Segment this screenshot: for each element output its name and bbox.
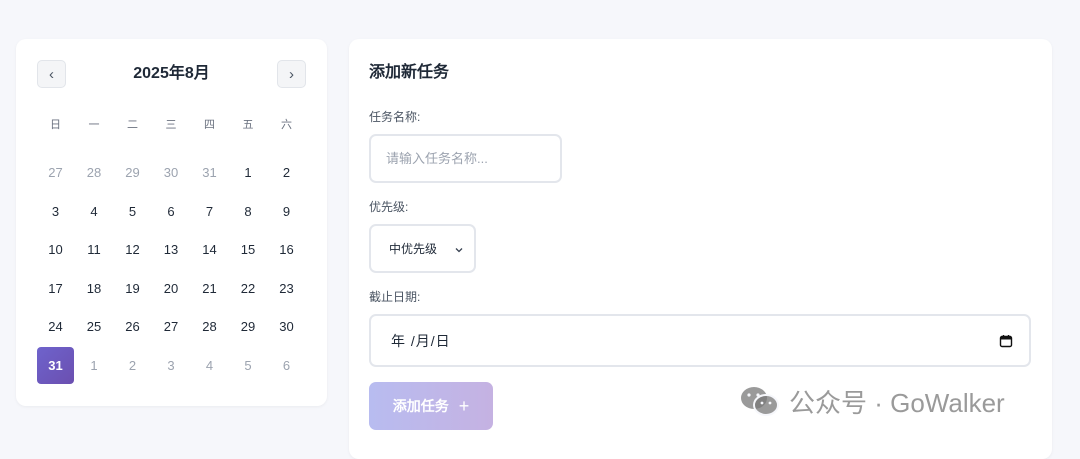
watermark-text: 公众号 · GoWalker — [789, 387, 1005, 418]
calendar-day[interactable]: 10 — [37, 231, 74, 268]
chevron-down-icon — [454, 244, 464, 254]
weekday-label: 四 — [204, 119, 215, 131]
calendar-day[interactable]: 27 — [153, 308, 190, 345]
calendar-day[interactable]: 20 — [153, 270, 190, 307]
priority-value: 中优先级 — [389, 242, 438, 256]
due-date-value: 年 /月/日 — [391, 332, 451, 349]
weekday-label: 五 — [242, 119, 254, 131]
weekday-label: 三 — [165, 119, 177, 131]
priority-select[interactable]: 中优先级 — [369, 224, 476, 273]
task-name-input[interactable] — [369, 134, 562, 183]
priority-label: 优先级: — [369, 200, 409, 214]
calendar-day[interactable]: 25 — [76, 308, 113, 345]
calendar-day[interactable]: 27 — [37, 154, 74, 191]
calendar-day[interactable]: 21 — [191, 270, 228, 307]
calendar-day[interactable]: 22 — [230, 270, 267, 307]
calendar-day[interactable]: 23 — [268, 270, 305, 307]
add-task-label: 添加任务 — [392, 398, 449, 414]
weekday-label: 一 — [88, 119, 100, 131]
calendar-day[interactable]: 4 — [191, 347, 228, 384]
calendar-day[interactable]: 7 — [191, 193, 228, 230]
calendar-day[interactable]: 9 — [268, 193, 305, 230]
calendar-icon[interactable] — [999, 334, 1013, 348]
calendar-day[interactable]: 6 — [153, 193, 190, 230]
calendar-day[interactable]: 28 — [191, 308, 228, 345]
calendar-day[interactable]: 12 — [114, 231, 151, 268]
calendar-card: ‹ 2025年8月 › 日一二三四五六 27 28 29 30 31 1 2 3 4 5 6 7 8 9 1… — [16, 39, 327, 406]
calendar-day[interactable]: 8 — [230, 193, 267, 230]
next-month-button[interactable]: › — [277, 60, 306, 88]
calendar-day[interactable]: 15 — [230, 231, 267, 268]
calendar-day[interactable]: 29 — [230, 308, 267, 345]
plus-icon: + — [458, 396, 470, 416]
calendar-day[interactable]: 16 — [268, 231, 305, 268]
calendar-day[interactable]: 26 — [114, 308, 151, 345]
due-date-input[interactable]: 年 /月/日 — [369, 314, 1031, 367]
calendar-day[interactable]: 28 — [76, 154, 113, 191]
weekday-label: 六 — [281, 119, 292, 131]
calendar-day[interactable]: 29 — [114, 154, 151, 191]
weekday-label: 二 — [127, 119, 138, 131]
calendar-day[interactable]: 2 — [268, 154, 305, 191]
calendar-day[interactable]: 1 — [76, 347, 113, 384]
add-task-button[interactable]: 添加任务 + — [369, 382, 493, 430]
watermark: 公众号 · GoWalker — [739, 383, 1005, 419]
calendar-day[interactable]: 19 — [114, 270, 151, 307]
calendar-day[interactable]: 30 — [268, 308, 305, 345]
calendar-day[interactable]: 11 — [76, 231, 113, 268]
calendar-day[interactable]: 5 — [230, 347, 267, 384]
wechat-icon — [739, 385, 781, 417]
calendar-day[interactable]: 2 — [114, 347, 151, 384]
task-name-label: 任务名称: — [369, 110, 421, 124]
calendar-day[interactable]: 13 — [153, 231, 190, 268]
calendar-day[interactable]: 4 — [76, 193, 113, 230]
calendar-day[interactable]: 14 — [191, 231, 228, 268]
calendar-day[interactable]: 3 — [37, 193, 74, 230]
weekday-label: 日 — [50, 119, 61, 131]
calendar-day[interactable]: 18 — [76, 270, 113, 307]
due-date-label: 截止日期: — [369, 290, 421, 304]
calendar-day[interactable]: 17 — [37, 270, 74, 307]
form-title: 添加新任务 — [369, 64, 450, 81]
calendar-day[interactable]: 1 — [230, 154, 267, 191]
calendar-day[interactable]: 30 — [153, 154, 190, 191]
calendar-day[interactable]: 31 — [191, 154, 228, 191]
calendar-day[interactable]: 24 — [37, 308, 74, 345]
calendar-day[interactable]: 3 — [153, 347, 190, 384]
calendar-day-selected[interactable]: 31 — [37, 347, 74, 384]
calendar-day[interactable]: 5 — [114, 193, 151, 230]
calendar-day[interactable]: 6 — [268, 347, 305, 384]
